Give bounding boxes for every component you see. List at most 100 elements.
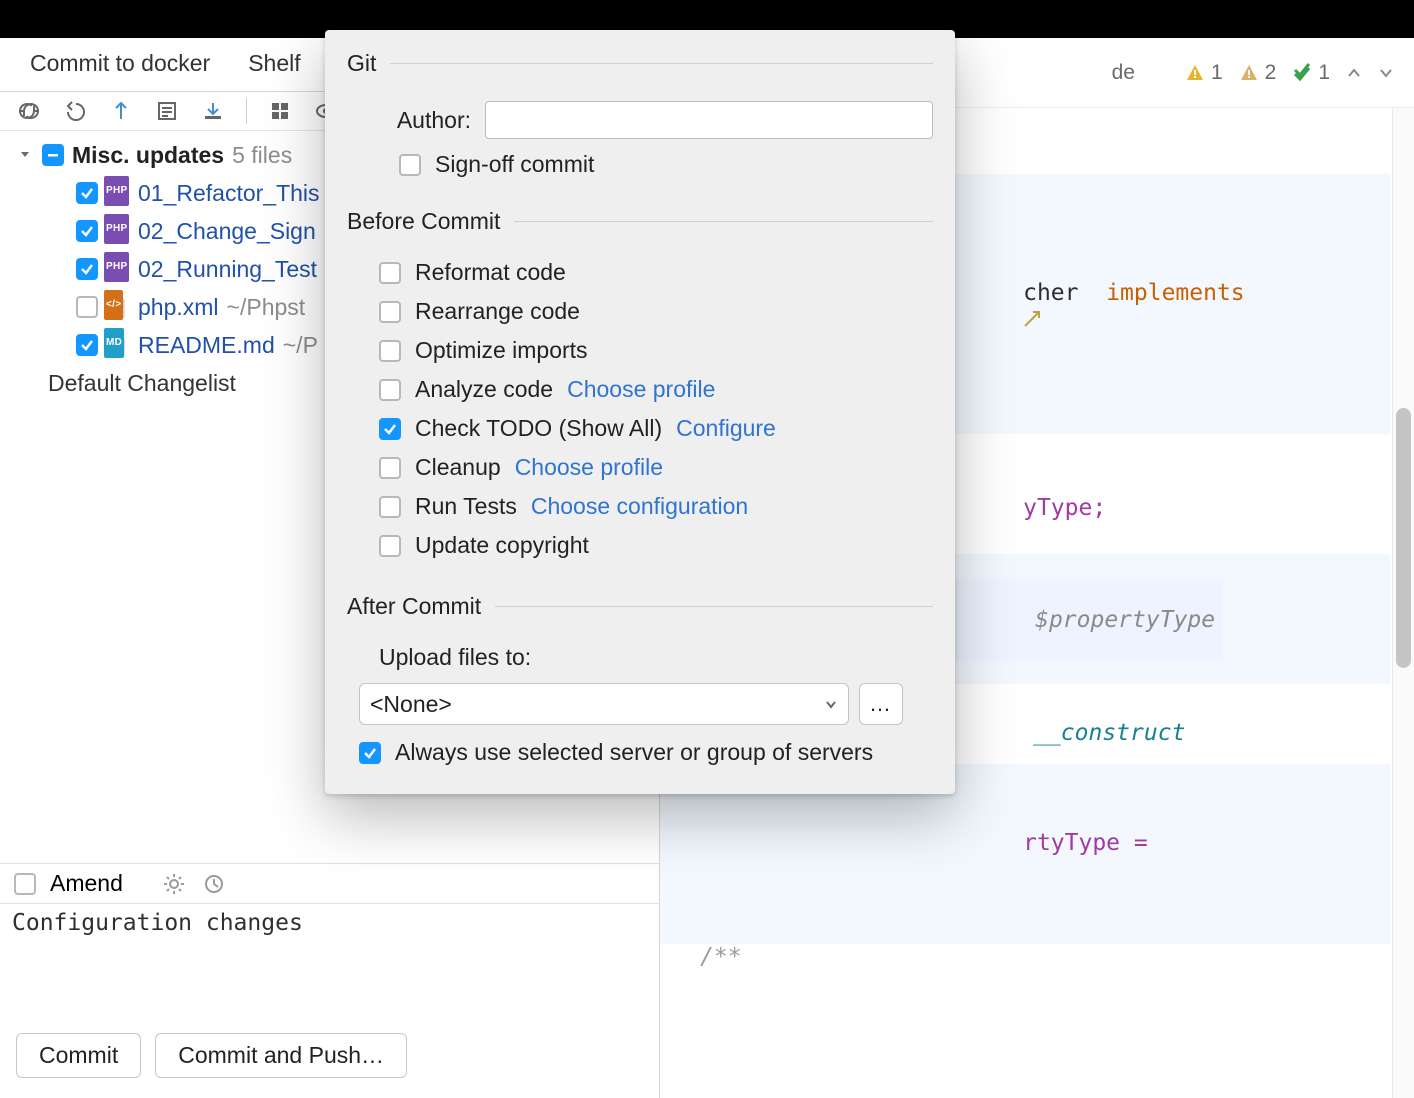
checkbox[interactable] <box>76 334 98 356</box>
runtests-config-link[interactable]: Choose configuration <box>531 493 748 520</box>
cleanup-checkbox[interactable] <box>379 457 401 479</box>
code-doc-start: /** <box>700 944 742 970</box>
cleanup-profile-link[interactable]: Choose profile <box>515 454 663 481</box>
gear-icon[interactable] <box>161 871 187 897</box>
author-input[interactable] <box>485 101 933 139</box>
copyright-checkbox[interactable] <box>379 535 401 557</box>
status-ok[interactable]: 1 <box>1292 61 1330 85</box>
runtests-row[interactable]: Run Tests Choose configuration <box>347 487 933 526</box>
code-token: __construct <box>1033 720 1185 746</box>
rollback-icon[interactable] <box>62 98 88 124</box>
todo-checkbox[interactable] <box>379 418 401 440</box>
file-name: README.md <box>138 331 275 359</box>
cleanup-row[interactable]: Cleanup Choose profile <box>347 448 933 487</box>
after-commit-title: After Commit <box>347 593 933 620</box>
refresh-icon[interactable] <box>16 98 42 124</box>
analyze-row[interactable]: Analyze code Choose profile <box>347 370 933 409</box>
author-label: Author: <box>379 107 471 134</box>
upload-label-row: Upload files to: <box>347 638 933 677</box>
always-use-label: Always use selected server or group of s… <box>395 739 873 766</box>
runtests-label: Run Tests <box>415 493 517 520</box>
code-token: $propertyType <box>1035 607 1215 633</box>
amend-label: Amend <box>50 870 123 897</box>
status-warn-2[interactable]: 2 <box>1239 61 1277 85</box>
diff-icon[interactable] <box>108 98 134 124</box>
before-commit-title: Before Commit <box>347 208 933 235</box>
checkbox[interactable] <box>76 220 98 242</box>
file-name: 02_Running_Test <box>138 255 317 283</box>
checkbox-partial[interactable] <box>42 144 64 166</box>
history-icon[interactable] <box>201 871 227 897</box>
reformat-checkbox[interactable] <box>379 262 401 284</box>
checkbox[interactable] <box>76 182 98 204</box>
checkbox[interactable] <box>76 296 98 318</box>
rearrange-checkbox[interactable] <box>379 301 401 323</box>
signoff-checkbox[interactable] <box>399 154 421 176</box>
analyze-checkbox[interactable] <box>379 379 401 401</box>
reformat-row[interactable]: Reformat code <box>347 253 933 292</box>
code-token: cher <box>1023 280 1078 306</box>
todo-label: Check TODO (Show All) <box>415 415 662 442</box>
shelve-icon[interactable] <box>200 98 226 124</box>
signoff-row[interactable]: Sign-off commit <box>347 145 933 184</box>
code-token: rtyType = <box>1023 830 1148 856</box>
cleanup-label: Cleanup <box>415 454 501 481</box>
todo-row[interactable]: Check TODO (Show All) Configure <box>347 409 933 448</box>
commit-options-popover: Git Author: Sign-off commit Before Commi… <box>325 30 955 794</box>
signoff-label: Sign-off commit <box>435 151 594 178</box>
always-use-row[interactable]: Always use selected server or group of s… <box>347 725 933 772</box>
upload-select[interactable]: <None> <box>359 683 849 725</box>
optimize-checkbox[interactable] <box>379 340 401 362</box>
rearrange-row[interactable]: Rearrange code <box>347 292 933 331</box>
file-name: 01_Refactor_This <box>138 179 320 207</box>
amend-checkbox[interactable] <box>14 873 36 895</box>
browse-button[interactable]: … <box>859 683 903 725</box>
code-keyword-implements: implements <box>1106 280 1244 306</box>
copyright-row[interactable]: Update copyright <box>347 526 933 565</box>
amend-row: Amend <box>0 863 659 903</box>
tab-commit[interactable]: Commit to docker <box>30 50 210 77</box>
md-file-icon: MD <box>106 334 130 356</box>
todo-configure-link[interactable]: Configure <box>676 415 776 442</box>
editor-scrollbar[interactable] <box>1392 108 1414 1098</box>
runtests-checkbox[interactable] <box>379 496 401 518</box>
git-section-title: Git <box>347 50 933 77</box>
xml-file-icon: </> <box>106 296 130 318</box>
php-file-icon: PHP <box>106 220 130 242</box>
commit-buttons: Commit Commit and Push… <box>0 1023 659 1098</box>
author-row: Author: <box>347 95 933 145</box>
group-icon[interactable] <box>267 98 293 124</box>
tab-shelf[interactable]: Shelf <box>248 50 300 77</box>
group-name: Misc. updates <box>72 141 224 169</box>
checkbox[interactable] <box>76 258 98 280</box>
chevron-down-icon <box>824 697 838 711</box>
upload-select-row: <None> … <box>347 683 933 725</box>
optimize-row[interactable]: Optimize imports <box>347 331 933 370</box>
status-warn-1[interactable]: 1 <box>1185 61 1223 85</box>
analyze-profile-link[interactable]: Choose profile <box>567 376 715 403</box>
file-path: ~/P <box>283 331 318 359</box>
always-use-checkbox[interactable] <box>359 742 381 764</box>
changelist-icon[interactable] <box>154 98 180 124</box>
status-mode[interactable]: de <box>1112 61 1135 85</box>
nav-up-icon[interactable] <box>1346 65 1362 81</box>
php-file-icon: PHP <box>106 258 130 280</box>
file-path: ~/Phpst <box>227 293 306 321</box>
copyright-label: Update copyright <box>415 532 589 559</box>
file-name: php.xml <box>138 293 219 321</box>
optimize-label: Optimize imports <box>415 337 588 364</box>
commit-and-push-button[interactable]: Commit and Push… <box>155 1033 407 1078</box>
scrollbar-thumb[interactable] <box>1396 408 1411 668</box>
reformat-label: Reformat code <box>415 259 566 286</box>
upload-label: Upload files to: <box>379 644 531 671</box>
nav-down-icon[interactable] <box>1378 65 1394 81</box>
commit-message-input[interactable]: Configuration changes <box>0 903 659 1023</box>
upload-select-value: <None> <box>370 691 452 718</box>
php-file-icon: PHP <box>106 182 130 204</box>
commit-button[interactable]: Commit <box>16 1033 141 1078</box>
chevron-down-icon[interactable] <box>18 147 34 163</box>
analyze-label: Analyze code <box>415 376 553 403</box>
file-name: 02_Change_Sign <box>138 217 316 245</box>
rearrange-label: Rearrange code <box>415 298 580 325</box>
group-count: 5 files <box>232 141 292 169</box>
